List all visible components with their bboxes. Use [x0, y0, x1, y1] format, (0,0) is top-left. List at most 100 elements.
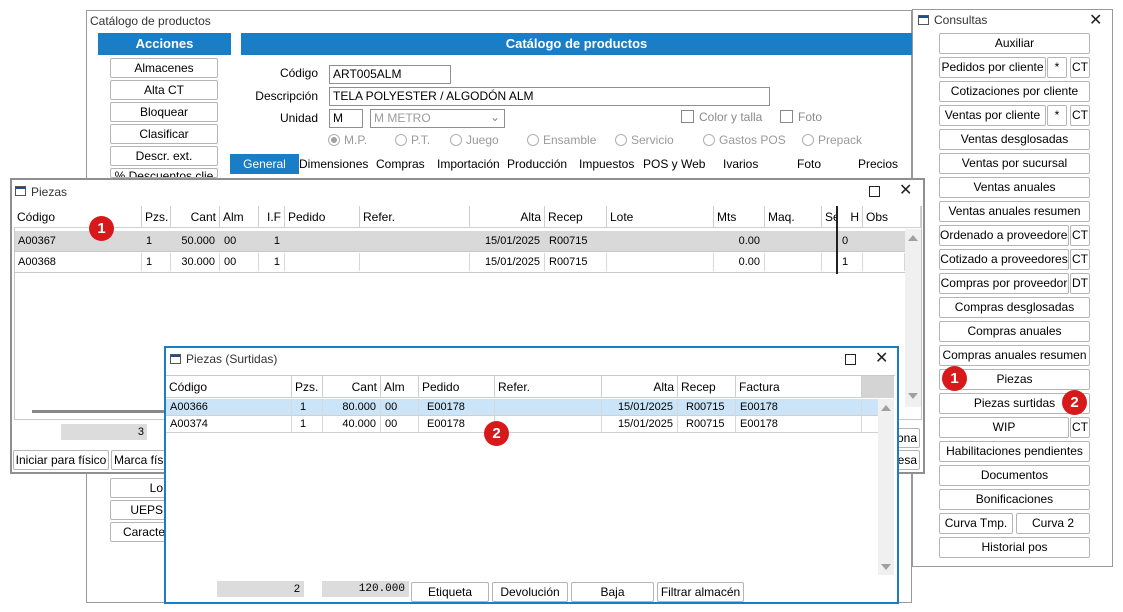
col-pedido[interactable]: Pedido	[285, 206, 360, 228]
consulta-ventas-anuales[interactable]: Ventas anuales	[939, 177, 1090, 198]
close-icon[interactable]: ✕	[899, 180, 912, 200]
descuentos-cliente-button[interactable]: % Descuentos clie	[110, 168, 218, 178]
col-recep[interactable]: Recep	[545, 206, 607, 228]
radio-prepack[interactable]: Prepack	[802, 133, 862, 147]
scroll-down-icon[interactable]	[881, 564, 891, 570]
consulta-bonificaciones[interactable]: Bonificaciones	[939, 489, 1090, 510]
consulta-compras-anuales-resumen[interactable]: Compras anuales resumen	[939, 345, 1090, 366]
consulta-curva-tmp[interactable]: Curva Tmp.	[939, 513, 1013, 534]
consulta-pedidos-cliente[interactable]: Pedidos por cliente	[939, 57, 1046, 78]
radio-juego[interactable]: Juego	[450, 133, 499, 147]
color-talla-checkbox[interactable]: Color y talla	[681, 110, 762, 124]
radio-ensamble[interactable]: Ensamble	[527, 133, 596, 147]
ventas-cliente-ct-button[interactable]: CT	[1070, 105, 1090, 126]
tab-impuestos[interactable]: Impuestos	[579, 154, 634, 174]
consulta-cotizado-proveedores[interactable]: Cotizado a proveedores	[939, 249, 1069, 270]
scroll-up-icon[interactable]	[881, 405, 891, 411]
col-codigo[interactable]: Código	[14, 206, 142, 228]
radio-mp[interactable]: M.P.	[328, 133, 367, 147]
marca-fisico-button[interactable]: Marca físi	[111, 450, 166, 470]
col-pedido[interactable]: Pedido	[419, 376, 495, 398]
lotes-button[interactable]: Lo	[110, 478, 166, 498]
col-alta[interactable]: Alta	[470, 206, 545, 228]
vertical-scrollbar[interactable]	[878, 399, 894, 575]
cotizado-proveedores-ct-button[interactable]: CT	[1070, 249, 1090, 270]
consulta-ventas-desglosadas[interactable]: Ventas desglosadas	[939, 129, 1090, 150]
consulta-auxiliar[interactable]: Auxiliar	[939, 33, 1090, 54]
col-factura[interactable]: Factura	[736, 376, 862, 398]
baja-button[interactable]: Baja	[571, 582, 654, 602]
unidad-field[interactable]: M	[329, 109, 363, 128]
compras-proveedor-dt-button[interactable]: DT	[1070, 273, 1090, 294]
maximize-icon[interactable]	[869, 186, 880, 197]
col-refer[interactable]: Refer.	[495, 376, 602, 398]
col-pzs[interactable]: Pzs.	[292, 376, 323, 398]
consulta-ordenado-proveedores[interactable]: Ordenado a proveedores	[939, 225, 1069, 246]
col-if[interactable]: I.F	[259, 206, 285, 228]
ventas-cliente-star-button[interactable]: *	[1047, 105, 1067, 126]
col-alta[interactable]: Alta	[602, 376, 678, 398]
caracteristicas-button[interactable]: Caracte	[110, 522, 166, 542]
consulta-ventas-sucursal[interactable]: Ventas por sucursal	[939, 153, 1090, 174]
almacenes-button[interactable]: Almacenes	[110, 58, 218, 78]
col-cant[interactable]: Cant	[323, 376, 381, 398]
filtrar-almacen-button[interactable]: Filtrar almacén	[657, 582, 744, 602]
vertical-scrollbar[interactable]	[905, 229, 921, 407]
consulta-habilitaciones-pendientes[interactable]: Habilitaciones pendientes	[939, 441, 1090, 462]
foto-checkbox[interactable]: Foto	[780, 110, 822, 124]
tab-general[interactable]: General	[230, 154, 299, 174]
tab-dimensiones[interactable]: Dimensiones	[299, 154, 368, 174]
tab-ivarios[interactable]: Ivarios	[723, 154, 758, 174]
tab-pos-web[interactable]: POS y Web	[643, 154, 705, 174]
ordenado-proveedores-ct-button[interactable]: CT	[1070, 225, 1090, 246]
close-icon[interactable]: ✕	[1089, 10, 1102, 30]
descripcion-field[interactable]: TELA POLYESTER / ALGODÓN ALM	[329, 87, 770, 106]
consulta-documentos[interactable]: Documentos	[939, 465, 1090, 486]
col-alm[interactable]: Alm	[220, 206, 259, 228]
close-icon[interactable]: ✕	[875, 348, 888, 368]
col-recep[interactable]: Recep	[678, 376, 736, 398]
consulta-ventas-cliente[interactable]: Ventas por cliente	[939, 105, 1046, 126]
alta-ct-button[interactable]: Alta CT	[110, 80, 218, 100]
consulta-ventas-anuales-resumen[interactable]: Ventas anuales resumen	[939, 201, 1090, 222]
consulta-wip[interactable]: WIP	[939, 417, 1069, 438]
col-mts[interactable]: Mts	[714, 206, 765, 228]
radio-gastos-pos[interactable]: Gastos POS	[703, 133, 786, 147]
col-h[interactable]: H	[838, 206, 863, 228]
tab-precios[interactable]: Precios	[858, 154, 898, 174]
scroll-down-icon[interactable]	[908, 393, 918, 399]
consulta-compras-desglosadas[interactable]: Compras desglosadas	[939, 297, 1090, 318]
iniciar-fisico-button[interactable]: Iniciar para físico	[13, 450, 109, 470]
devolucion-button[interactable]: Devolución	[492, 582, 568, 602]
clasificar-button[interactable]: Clasificar	[110, 124, 218, 144]
col-codigo[interactable]: Código	[166, 376, 292, 398]
consulta-compras-proveedor[interactable]: Compras por proveedor	[939, 273, 1069, 294]
col-pzs[interactable]: Pzs.	[142, 206, 171, 228]
etiqueta-button[interactable]: Etiqueta	[411, 582, 489, 602]
tab-compras[interactable]: Compras	[376, 154, 425, 174]
col-lote[interactable]: Lote	[607, 206, 714, 228]
tab-produccion[interactable]: Producción	[507, 154, 567, 174]
radio-servicio[interactable]: Servicio	[615, 133, 674, 147]
col-obs[interactable]: Obs	[863, 206, 921, 228]
pedidos-cliente-star-button[interactable]: *	[1047, 57, 1067, 78]
bloquear-button[interactable]: Bloquear	[110, 102, 218, 122]
col-refer[interactable]: Refer.	[360, 206, 470, 228]
consulta-compras-anuales[interactable]: Compras anuales	[939, 321, 1090, 342]
ueps-button[interactable]: UEPS	[110, 500, 166, 520]
col-maq[interactable]: Maq.	[765, 206, 822, 228]
unidad-select[interactable]: M METRO ⌄	[370, 109, 505, 128]
col-alm[interactable]: Alm	[381, 376, 419, 398]
consulta-historial-pos[interactable]: Historial pos	[939, 537, 1090, 558]
curva-2-button[interactable]: Curva 2	[1016, 513, 1090, 534]
col-cant[interactable]: Cant	[171, 206, 220, 228]
tab-importacion[interactable]: Importación	[437, 154, 500, 174]
tab-foto[interactable]: Foto	[797, 154, 821, 174]
wip-ct-button[interactable]: CT	[1070, 417, 1090, 438]
consulta-cotizaciones-cliente[interactable]: Cotizaciones por cliente	[939, 81, 1090, 102]
horizontal-scrollbar[interactable]	[32, 410, 168, 413]
pedidos-cliente-ct-button[interactable]: CT	[1070, 57, 1090, 78]
codigo-field[interactable]: ART005ALM	[329, 65, 451, 84]
scroll-up-icon[interactable]	[908, 235, 918, 241]
maximize-icon[interactable]	[845, 354, 856, 365]
